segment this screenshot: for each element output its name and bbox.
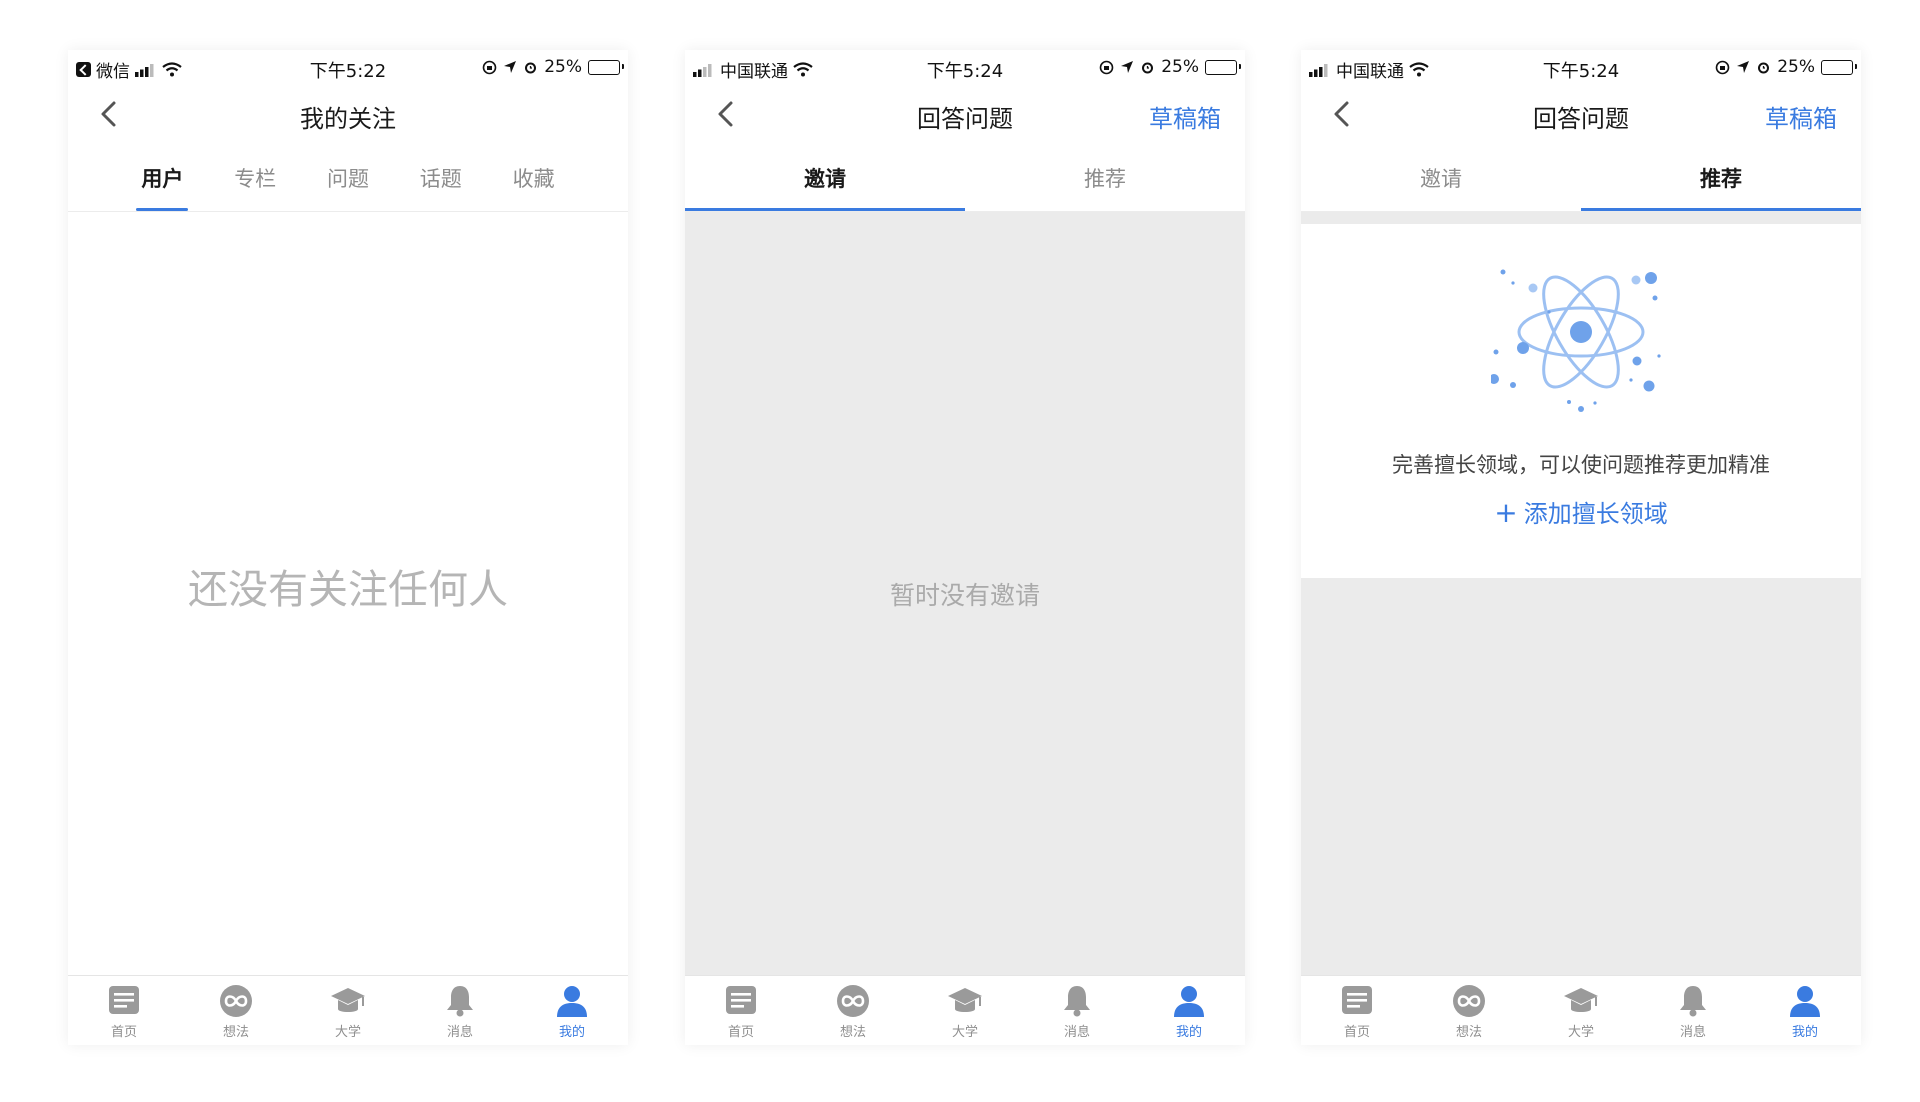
tab-topics[interactable]: 话题 xyxy=(394,146,487,211)
tabbar-label: 我的 xyxy=(558,1025,585,1040)
tabbar-item-university[interactable]: 大学 xyxy=(909,976,1021,1045)
tabbar-item-home[interactable]: 首页 xyxy=(685,976,797,1045)
tab-users[interactable]: 用户 xyxy=(116,146,209,211)
person-icon xyxy=(1174,986,1204,1017)
tabbar-label: 消息 xyxy=(1679,1025,1706,1040)
tab-favorites[interactable]: 收藏 xyxy=(487,146,580,211)
battery-percent: 25% xyxy=(1777,57,1815,77)
graduation-cap-icon xyxy=(331,988,365,1012)
tabbar-item-messages[interactable]: 消息 xyxy=(404,976,516,1045)
drafts-button[interactable]: 草稿箱 xyxy=(1765,99,1837,134)
bottom-tab-bar: 首页 想法 大学 消息 我的 xyxy=(1301,975,1861,1045)
tabbar-item-university[interactable]: 大学 xyxy=(1525,976,1637,1045)
status-bar: 中国联通 下午5:24 25% xyxy=(685,50,1245,84)
tabbar-label: 想法 xyxy=(1455,1025,1482,1040)
lock-rotation-icon xyxy=(1099,60,1114,74)
lock-rotation-icon xyxy=(1715,60,1730,74)
home-feed-icon xyxy=(1342,986,1372,1014)
drafts-button[interactable]: 草稿箱 xyxy=(1149,99,1221,134)
content-area: 完善擅长领域，可以使问题推荐更加精准 + 添加擅长领域 xyxy=(1301,212,1861,975)
tabbar-label: 想法 xyxy=(222,1025,249,1040)
battery-percent: 25% xyxy=(1161,57,1199,77)
tabbar-label: 首页 xyxy=(727,1025,754,1040)
battery-icon xyxy=(1821,59,1857,75)
tabbar-label: 大学 xyxy=(334,1025,361,1040)
lock-rotation-icon xyxy=(482,60,497,74)
bottom-tab-bar: 首页 想法 大学 消息 我的 xyxy=(68,975,628,1045)
tabbar-label: 我的 xyxy=(1791,1025,1818,1040)
nav-bar: 回答问题 草稿箱 xyxy=(685,84,1245,146)
tabbar-label: 首页 xyxy=(1343,1025,1370,1040)
tabbar-item-me[interactable]: 我的 xyxy=(1749,976,1861,1045)
tabbar-item-home[interactable]: 首页 xyxy=(68,976,180,1045)
tabbar-label: 首页 xyxy=(110,1025,137,1040)
battery-percent: 25% xyxy=(544,57,582,77)
tabbar-item-home[interactable]: 首页 xyxy=(1301,976,1413,1045)
tab-strip: 邀请 推荐 xyxy=(685,146,1245,212)
page-title: 我的关注 xyxy=(300,105,396,133)
tab-questions[interactable]: 问题 xyxy=(302,146,395,211)
home-feed-icon xyxy=(109,986,139,1014)
bottom-tab-bar: 首页 想法 大学 消息 我的 xyxy=(685,975,1245,1045)
tabbar-label: 想法 xyxy=(839,1025,866,1040)
home-feed-icon xyxy=(726,986,756,1014)
add-expertise-label: 添加擅长领域 xyxy=(1523,500,1668,528)
empty-state-text: 还没有关注任何人 xyxy=(188,567,508,613)
location-icon xyxy=(504,61,517,73)
person-icon xyxy=(1790,986,1820,1017)
status-bar: 中国联通 下午5:24 25% xyxy=(1301,50,1861,84)
battery-icon xyxy=(588,59,624,75)
tabbar-label: 消息 xyxy=(446,1025,473,1040)
plus-icon: + xyxy=(1494,496,1518,529)
alarm-icon xyxy=(525,62,537,73)
tabbar-item-me[interactable]: 我的 xyxy=(516,976,628,1045)
content-area: 还没有关注任何人 xyxy=(68,212,628,975)
tabbar-label: 大学 xyxy=(1567,1025,1594,1040)
tab-strip: 用户 专栏 问题 话题 收藏 xyxy=(68,146,628,212)
phone-screen-answer-invite: 中国联通 下午5:24 25% 回答问题 草稿箱 邀请 推荐 暂时没有邀请 首页 xyxy=(685,50,1245,1045)
empty-state-text: 暂时没有邀请 xyxy=(889,581,1040,610)
phone-screen-answer-recommend: 中国联通 下午5:24 25% 回答问题 草稿箱 邀请 推荐 完善擅长领域，可以… xyxy=(1301,50,1861,1045)
tabbar-item-ideas[interactable]: 想法 xyxy=(1413,976,1525,1045)
tab-strip: 邀请 推荐 xyxy=(1301,146,1861,212)
bell-icon xyxy=(1680,986,1706,1017)
bell-icon xyxy=(447,986,473,1017)
tabbar-label: 我的 xyxy=(1175,1025,1202,1040)
graduation-cap-icon xyxy=(948,988,982,1012)
recommend-hint-text: 完善擅长领域，可以使问题推荐更加精准 xyxy=(1392,453,1770,477)
tab-invitations[interactable]: 邀请 xyxy=(685,146,965,211)
infinity-icon xyxy=(1453,985,1485,1017)
atom-icon xyxy=(1491,269,1661,412)
alarm-icon xyxy=(1142,62,1154,73)
phone-screen-my-following: 微信 下午5:22 25% 我的关注 用户 专栏 问题 话题 收藏 还没有关注任… xyxy=(68,50,628,1045)
tabbar-item-university[interactable]: 大学 xyxy=(292,976,404,1045)
tabbar-item-ideas[interactable]: 想法 xyxy=(797,976,909,1045)
tabbar-item-me[interactable]: 我的 xyxy=(1133,976,1245,1045)
alarm-icon xyxy=(1758,62,1770,73)
graduation-cap-icon xyxy=(1564,988,1598,1012)
tabbar-item-messages[interactable]: 消息 xyxy=(1021,976,1133,1045)
tab-invitations[interactable]: 邀请 xyxy=(1301,146,1581,211)
nav-bar: 回答问题 草稿箱 xyxy=(1301,84,1861,146)
infinity-icon xyxy=(837,985,869,1017)
tab-recommended[interactable]: 推荐 xyxy=(1581,146,1861,211)
tabbar-label: 消息 xyxy=(1063,1025,1090,1040)
person-icon xyxy=(557,986,587,1017)
content-area: 暂时没有邀请 xyxy=(685,212,1245,975)
tabbar-item-messages[interactable]: 消息 xyxy=(1637,976,1749,1045)
bell-icon xyxy=(1064,986,1090,1017)
nav-bar: 我的关注 xyxy=(68,84,628,146)
tabbar-label: 大学 xyxy=(951,1025,978,1040)
add-expertise-button[interactable]: + 添加擅长领域 xyxy=(1301,494,1861,529)
battery-icon xyxy=(1205,59,1241,75)
infinity-icon xyxy=(220,985,252,1017)
location-icon xyxy=(1737,61,1750,73)
tab-columns[interactable]: 专栏 xyxy=(209,146,302,211)
tab-recommended[interactable]: 推荐 xyxy=(965,146,1245,211)
recommend-empty-card: 完善擅长领域，可以使问题推荐更加精准 + 添加擅长领域 xyxy=(1301,224,1861,578)
location-icon xyxy=(1121,61,1134,73)
tabbar-item-ideas[interactable]: 想法 xyxy=(180,976,292,1045)
status-bar: 微信 下午5:22 25% xyxy=(68,50,628,84)
